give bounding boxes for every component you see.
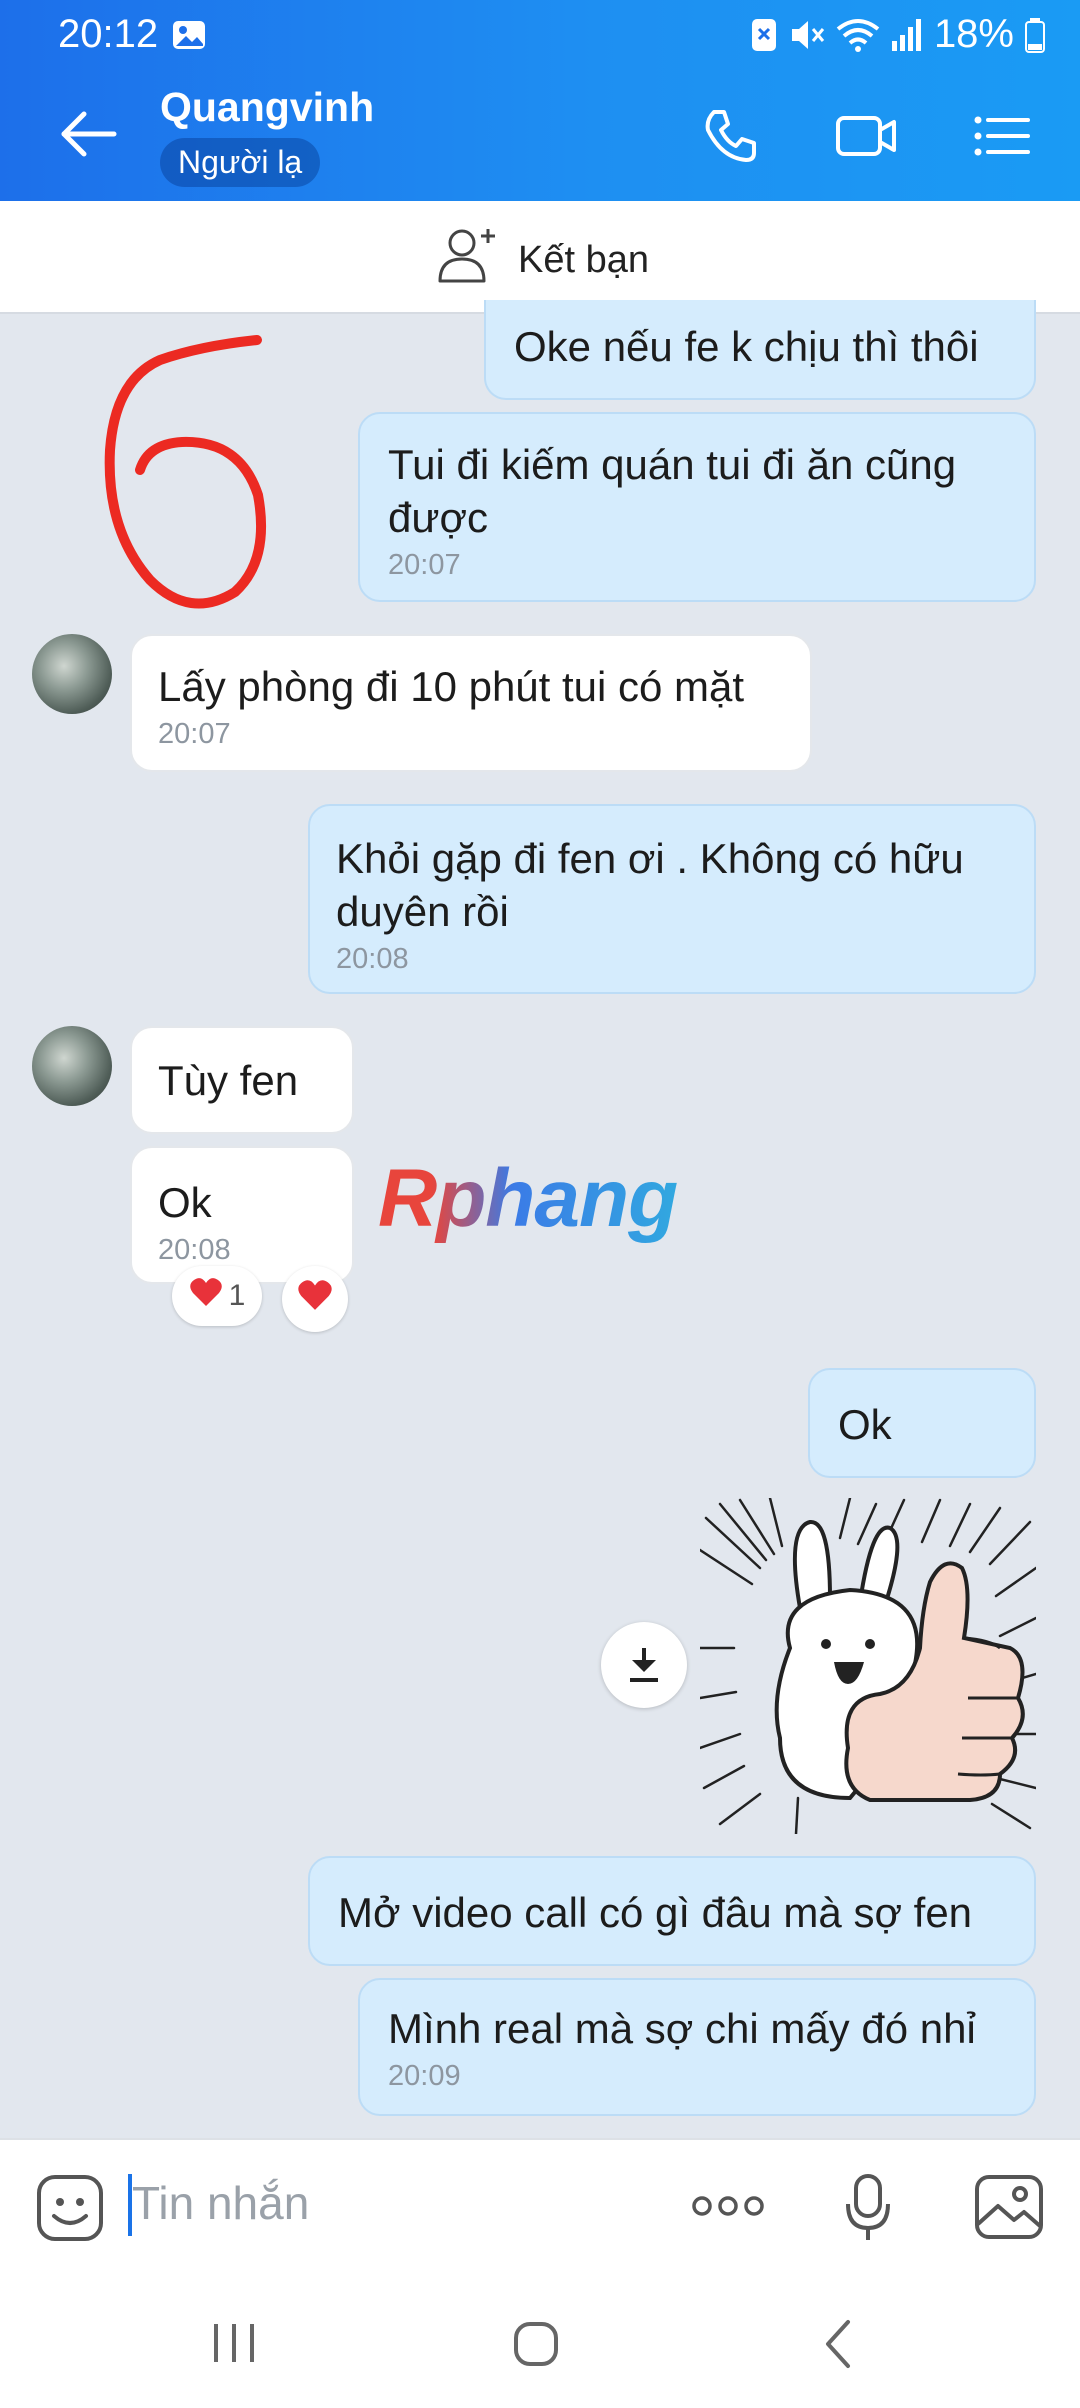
watermark: Rphang (378, 1153, 678, 1244)
more-options-icon[interactable] (690, 2192, 766, 2225)
react-button[interactable] (282, 1266, 348, 1332)
message-text: Oke nếu fe k chịu thì thôi (514, 323, 979, 370)
download-icon (630, 1648, 658, 1682)
message-time: 20:07 (158, 718, 231, 750)
video-call-icon[interactable] (834, 106, 900, 171)
message-text: Mở video call có gì đâu mà sợ fen (338, 1889, 973, 1936)
message-text: Khỏi gặp đi fen ơi . Không có hữu duyên … (336, 835, 964, 935)
message-received[interactable]: Lấy phòng đi 10 phút tui có mặt 20:07 (130, 634, 812, 772)
message-time: 20:08 (158, 1234, 231, 1266)
message-time: 20:07 (388, 549, 461, 581)
message-received[interactable]: Tùy fen (130, 1026, 354, 1134)
add-user-icon (436, 225, 500, 295)
message-sent[interactable]: Oke nếu fe k chịu thì thôi (484, 300, 1036, 400)
contact-name[interactable]: Quangvinh (160, 84, 374, 131)
message-text: Ok (158, 1179, 212, 1226)
message-sent[interactable]: Khỏi gặp đi fen ơi . Không có hữu duyên … (308, 804, 1036, 994)
message-sent[interactable]: Mình real mà sợ chi mấy đó nhỉ 20:09 (358, 1978, 1036, 2116)
phone-call-icon[interactable] (700, 106, 760, 171)
mute-icon (788, 17, 826, 53)
message-input[interactable]: Tin nhắn (132, 2176, 309, 2230)
sticker-thumbs-up[interactable] (700, 1498, 1036, 1834)
message-sent[interactable]: Mở video call có gì đâu mà sợ fen (308, 1856, 1036, 1966)
emoji-sticker-icon[interactable] (36, 2174, 104, 2247)
message-text: Ok (838, 1401, 892, 1448)
message-text: Lấy phòng đi 10 phút tui có mặt (158, 663, 745, 710)
back-arrow-icon[interactable] (56, 104, 120, 164)
image-gallery-icon[interactable] (974, 2174, 1044, 2245)
message-received[interactable]: Ok 20:08 (130, 1146, 354, 1284)
status-time: 20:12 (58, 12, 159, 56)
message-input-bar: Tin nhắn (0, 2138, 1080, 2272)
recent-apps-icon[interactable] (210, 2322, 258, 2369)
add-friend-bar[interactable]: Kết bạn (0, 201, 1080, 314)
reaction-count: 1 (228, 1279, 246, 1312)
message-text: Mình real mà sợ chi mấy đó nhỉ (388, 2005, 976, 2052)
message-sent[interactable]: Tui đi kiếm quán tui đi ăn cũng được 20:… (358, 412, 1036, 602)
back-nav-icon[interactable] (822, 2318, 852, 2375)
message-sent[interactable]: Ok (808, 1368, 1036, 1478)
status-bar: 20:12 18% (0, 0, 1080, 66)
heart-icon (189, 1276, 223, 1316)
contact-avatar[interactable] (32, 634, 112, 714)
signal-icon (890, 17, 924, 53)
microphone-icon[interactable] (844, 2172, 892, 2247)
reaction-summary[interactable]: 1 (172, 1266, 262, 1326)
chat-header: Quangvinh Người lạ (0, 66, 1080, 201)
heart-icon (297, 1278, 333, 1320)
battery-text: 18% (933, 12, 1014, 56)
nfc-icon (750, 17, 778, 53)
annotation-number-6 (104, 335, 267, 609)
message-text: Tùy fen (158, 1057, 299, 1104)
message-time: 20:09 (388, 2060, 461, 2092)
home-icon[interactable] (512, 2320, 560, 2373)
battery-icon (1024, 17, 1046, 53)
contact-avatar[interactable] (32, 1026, 112, 1106)
stranger-badge: Người lạ (160, 138, 321, 187)
message-time: 20:08 (336, 943, 409, 975)
add-friend-label: Kết bạn (518, 238, 649, 281)
system-navigation-bar (0, 2272, 1080, 2408)
menu-list-icon[interactable] (972, 106, 1032, 171)
message-text: Tui đi kiếm quán tui đi ăn cũng được (388, 441, 957, 541)
top-bar: 20:12 18% Quangvinh Người lạ (0, 0, 1080, 201)
download-button[interactable] (601, 1622, 687, 1708)
gallery-notification-icon (172, 20, 206, 55)
wifi-icon (836, 17, 880, 53)
